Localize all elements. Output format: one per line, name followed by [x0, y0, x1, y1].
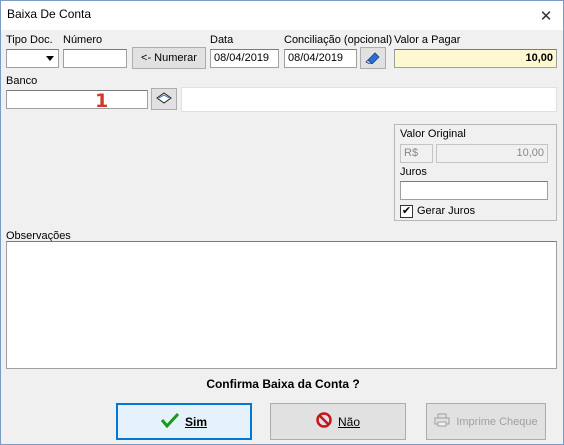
- gerar-juros-label: Gerar Juros: [417, 205, 476, 217]
- chevron-down-icon[interactable]: [42, 51, 57, 66]
- banco-label: Banco: [6, 75, 38, 87]
- gerar-juros-checkbox[interactable]: ✔: [400, 205, 413, 218]
- currency-field: R$: [400, 144, 433, 163]
- data-input[interactable]: 08/04/2019: [210, 49, 279, 68]
- dialog-window: Baixa De Conta ✕ Tipo Doc. Número Data C…: [0, 0, 564, 445]
- sim-button[interactable]: Sim: [116, 403, 252, 440]
- window-title: Baixa De Conta: [7, 7, 92, 21]
- valor-original-panel: Valor Original R$ 10,00 Juros ✔ Gerar Ju…: [394, 124, 557, 221]
- nao-button[interactable]: Não: [270, 403, 406, 440]
- valor-original-field: 10,00: [436, 144, 548, 163]
- eraser-button[interactable]: [360, 47, 386, 69]
- tipo-doc-label: Tipo Doc.: [6, 34, 53, 46]
- confirm-prompt: Confirma Baixa da Conta ?: [206, 377, 360, 391]
- close-button[interactable]: ✕: [529, 1, 563, 30]
- numero-label: Número: [63, 34, 103, 46]
- book-icon: [156, 91, 172, 107]
- printer-icon: [434, 413, 450, 430]
- banco-lookup-button[interactable]: [151, 88, 177, 110]
- annotation-marker: 1: [95, 90, 109, 112]
- juros-label: Juros: [400, 166, 427, 178]
- sim-label: Sim: [184, 414, 207, 429]
- checkmark-icon: [160, 412, 180, 431]
- valor-a-pagar-field: 10,00: [394, 49, 557, 68]
- no-entry-icon: [316, 412, 332, 431]
- juros-input[interactable]: [400, 181, 548, 200]
- banco-name-display: [181, 87, 557, 112]
- data-label: Data: [210, 34, 234, 46]
- conciliacao-input[interactable]: 08/04/2019: [284, 49, 357, 68]
- nao-label: Não: [337, 414, 360, 429]
- eraser-icon: [365, 50, 381, 67]
- valor-original-label: Valor Original: [400, 128, 466, 140]
- valor-a-pagar-label: Valor a Pagar: [394, 34, 461, 46]
- imprime-cheque-button[interactable]: Imprime Cheque: [426, 403, 546, 440]
- title-bar: Baixa De Conta ✕: [1, 1, 563, 30]
- tipo-doc-select[interactable]: [6, 49, 59, 68]
- imprime-cheque-label: Imprime Cheque: [456, 415, 538, 428]
- observacoes-textarea[interactable]: [6, 241, 557, 369]
- numerar-button[interactable]: <- Numerar: [132, 47, 206, 69]
- conciliacao-label: Conciliação (opcional): [284, 34, 393, 46]
- banco-input[interactable]: [6, 90, 148, 109]
- numero-input[interactable]: [63, 49, 127, 68]
